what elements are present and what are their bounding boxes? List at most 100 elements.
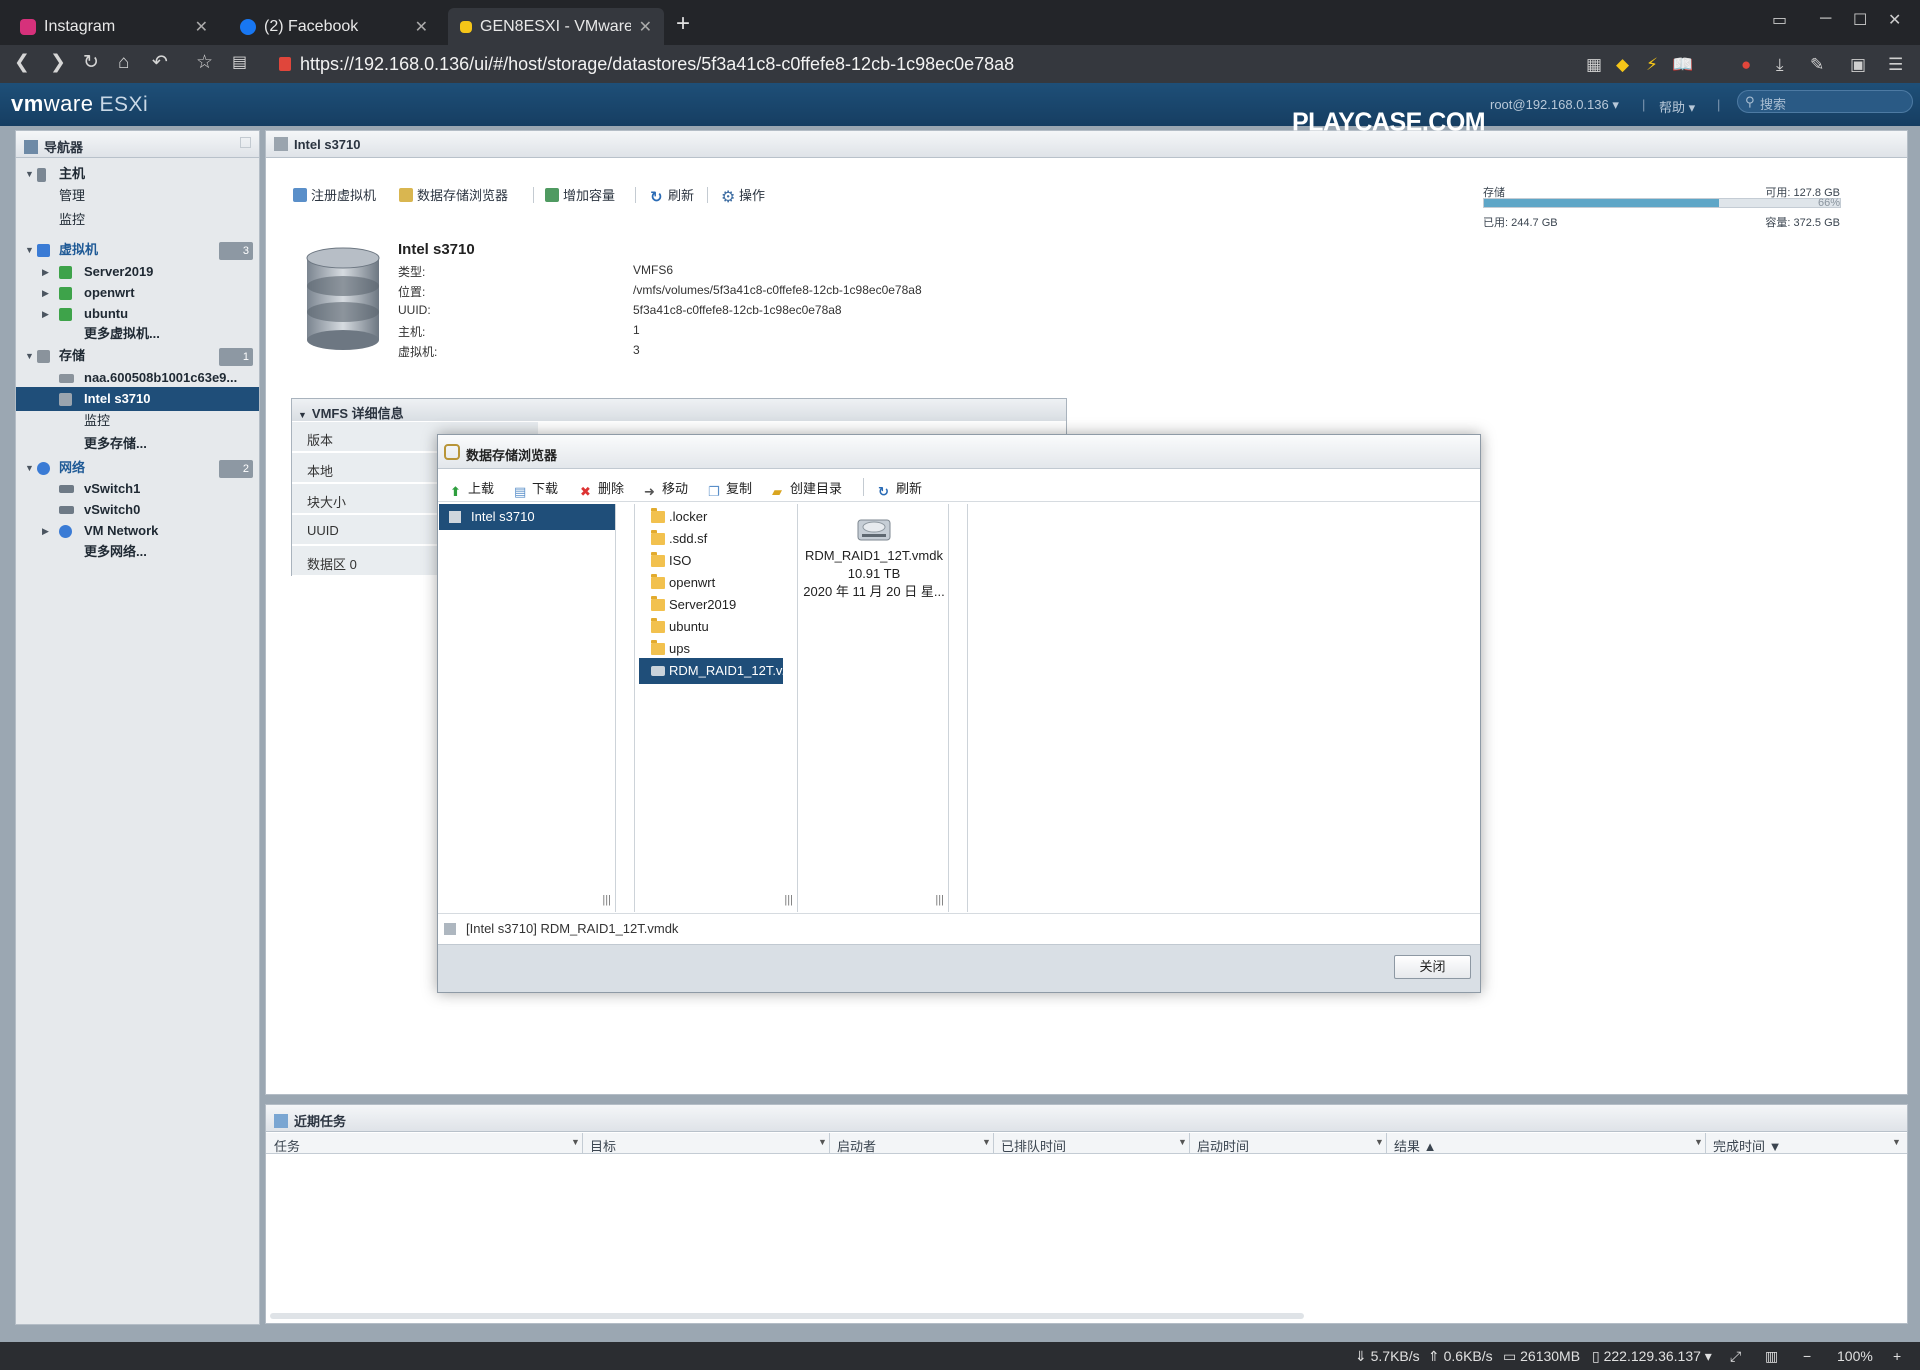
home-icon[interactable]: ⌂ [118,53,129,73]
create-directory-button[interactable]: ▰ 创建目录 [772,478,842,499]
close-window-icon[interactable]: ✕ [1888,10,1901,30]
reload-icon[interactable]: ↻ [83,53,99,73]
close-button[interactable]: 关闭 [1394,955,1471,979]
sidebar-toggle-icon[interactable]: ▭ [1772,10,1787,30]
expand-arrow-icon[interactable]: ▼ [25,344,34,368]
tab-facebook[interactable]: (2) Facebook ✕ [228,8,440,45]
vmfs-details-header[interactable]: ▼ VMFS 详细信息 [292,399,1066,421]
lightning-icon[interactable]: ⚡ [1646,55,1658,75]
datastore-browser-button[interactable]: 数据存储浏览器 [399,185,508,204]
screenshot-icon[interactable]: ✎ [1810,55,1824,75]
nav-more-network[interactable]: 更多网络... [16,540,259,564]
user-menu[interactable]: root@192.168.0.136 ▾ [1490,97,1619,113]
move-button[interactable]: ➜ 移动 [644,478,688,499]
undo-icon[interactable]: ↶ [152,53,168,73]
file-item-selected[interactable]: RDM_RAID1_12T.v... [639,658,783,684]
chevron-down-icon[interactable]: ▼ [571,1137,580,1147]
column-result[interactable]: 结果 ▲ [1394,1136,1436,1155]
increase-capacity-button[interactable]: 增加容量 [545,185,615,204]
extension-icon[interactable]: ◆ [1616,55,1629,75]
url-field[interactable]: https://192.168.0.136/ui/#/host/storage/… [300,54,1014,75]
back-icon[interactable]: ❮ [14,53,30,73]
close-tab-icon[interactable]: ✕ [415,17,428,37]
datastore-large-icon [306,247,380,350]
menu-icon[interactable]: ☰ [1888,55,1903,75]
navigator-header: 导航器 [16,131,259,158]
nav-item-label: 监控 [84,413,111,428]
chevron-down-icon[interactable]: ▼ [818,1137,827,1147]
datastore-item[interactable]: Intel s3710 [439,504,615,530]
column-completed[interactable]: 完成时间 ▼ [1713,1136,1781,1155]
toolbar-divider [707,187,708,203]
file-details: RDM_RAID1_12T.vmdk 10.91 TB 2020 年 11 月 … [799,547,949,601]
nav-item-label: 更多存储... [84,436,147,451]
maximize-icon[interactable]: ☐ [1853,10,1867,30]
delete-button[interactable]: ✖ 删除 [580,478,624,499]
register-vm-button[interactable]: 注册虚拟机 [293,185,376,204]
fullscreen-icon[interactable]: ⤢ [1730,1348,1741,1365]
search-input[interactable]: ⚲ 搜索 [1737,90,1913,113]
copy-button[interactable]: ❐ 复制 [708,478,752,499]
nav-item-label: 更多网络... [84,544,147,559]
chevron-down-icon[interactable]: ▼ [1375,1137,1384,1147]
collapse-arrow-icon[interactable]: ▼ [298,410,307,420]
horizontal-scrollbar[interactable] [270,1313,1304,1319]
column-task[interactable]: 任务 [274,1136,300,1155]
nav-host-monitor[interactable]: 监控 [16,208,259,232]
chevron-down-icon[interactable]: ▼ [1178,1137,1187,1147]
refresh-button[interactable]: ↻ 刷新 [650,185,694,205]
reader-icon[interactable]: ▤ [232,53,247,73]
dialog-refresh-button[interactable]: ↻ 刷新 [878,478,922,499]
forward-icon[interactable]: ❯ [50,53,66,73]
tab-instagram[interactable]: Instagram ✕ [8,8,220,45]
new-tab-button[interactable]: + [676,10,690,38]
minimize-icon[interactable]: ─ [1820,10,1831,28]
upload-button[interactable]: ⬆ 上载 [450,478,494,499]
qr-icon[interactable]: ▦ [1586,55,1602,75]
dialog-title[interactable]: 数据存储浏览器 [438,435,1480,469]
column-resize-handle[interactable]: ||| [784,894,793,906]
actions-button[interactable]: ⚙ 操作 [721,185,765,206]
expand-arrow-icon[interactable]: ▼ [25,162,34,186]
nav-host-manage[interactable]: 管理 [16,184,259,208]
book-icon[interactable]: 📖 [1672,55,1693,75]
apps-icon[interactable]: ▣ [1850,55,1866,75]
nav-vms[interactable]: ▼ 虚拟机 3 [16,238,259,262]
chevron-down-icon[interactable]: ▼ [1694,1137,1703,1147]
nav-more-storage[interactable]: 更多存储... [16,432,259,456]
nav-storage[interactable]: ▼ 存储 1 [16,344,259,368]
column-started[interactable]: 启动时间 [1197,1136,1249,1155]
download-icon[interactable]: ⤓ [1776,55,1784,75]
refresh-icon: ↻ [878,484,889,499]
memory-usage: ▭ 26130MB [1503,1348,1580,1365]
pane-gutter [950,504,968,912]
column-resize-handle[interactable]: ||| [602,894,611,906]
close-tab-icon[interactable]: ✕ [639,17,652,37]
nav-storage-intel[interactable]: Intel s3710 [16,387,259,411]
layout-icon[interactable]: ▥ [1765,1348,1778,1365]
download-button[interactable]: ▤ 下载 [514,478,558,499]
column-resize-handle[interactable]: ||| [935,894,944,906]
close-tab-icon[interactable]: ✕ [195,17,208,37]
pdf-icon[interactable]: ● [1741,55,1751,75]
usage-bar [1483,198,1841,208]
zoom-in-icon[interactable]: + [1893,1348,1901,1364]
chevron-down-icon[interactable]: ▼ [982,1137,991,1147]
zoom-level[interactable]: 100% [1837,1348,1873,1364]
column-queued[interactable]: 已排队时间 [1001,1136,1066,1155]
collapse-icon[interactable] [240,137,251,148]
bookmark-star-icon[interactable]: ☆ [196,53,213,73]
column-target[interactable]: 目标 [590,1136,616,1155]
column-initiator[interactable]: 启动者 [837,1136,876,1155]
expand-arrow-icon[interactable]: ▼ [25,238,34,262]
zoom-out-icon[interactable]: − [1803,1348,1811,1364]
nav-storage-monitor[interactable]: 监控 [16,409,259,433]
tab-esxi[interactable]: GEN8ESXI - VMware ESXi ✕ [448,8,664,45]
field-value: VMFS6 [633,263,674,277]
nav-more-vms[interactable]: 更多虚拟机... [16,322,259,346]
ip-address[interactable]: ▯ 222.129.36.137 ▾ [1592,1348,1712,1365]
nav-host[interactable]: ▼ 主机 [16,162,259,186]
help-menu[interactable]: 帮助 ▾ [1659,97,1695,116]
chevron-down-icon[interactable]: ▼ [1892,1137,1901,1147]
upload-arrow-icon: ⇑ [1428,1348,1444,1364]
